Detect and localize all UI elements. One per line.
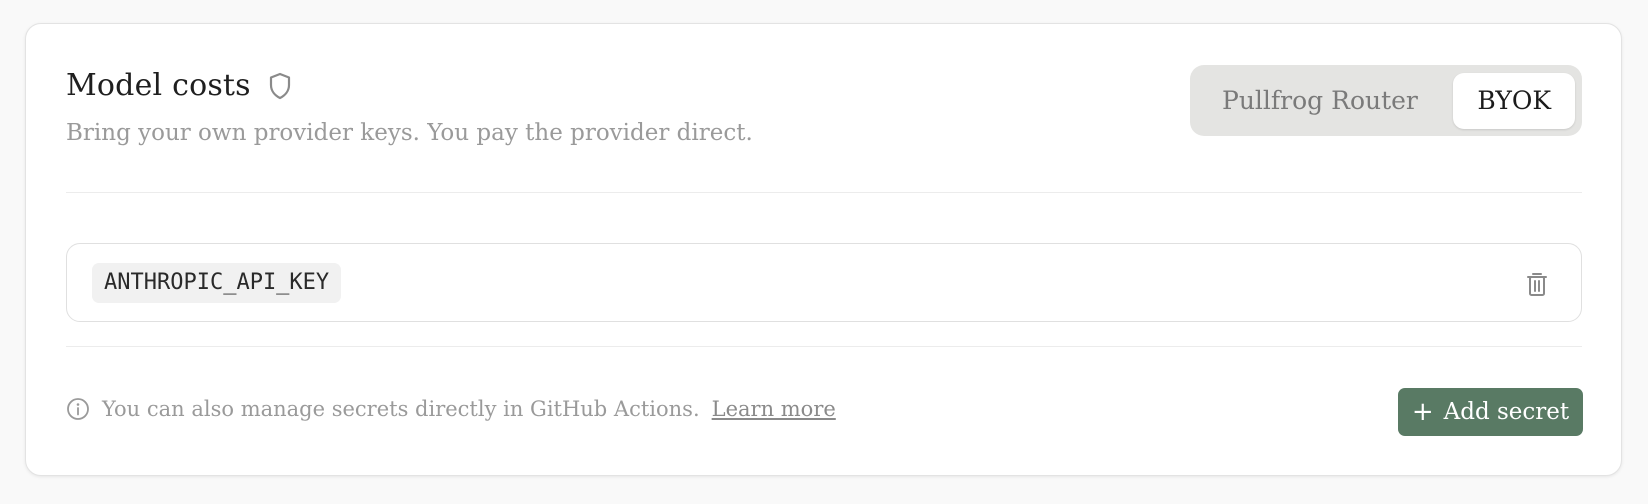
secret-row: ANTHROPIC_API_KEY <box>66 243 1582 322</box>
card-title: Model costs <box>66 68 251 103</box>
trash-icon[interactable] <box>1525 270 1549 298</box>
plus-icon: + <box>1411 397 1434 427</box>
card-subtitle: Bring your own provider keys. You pay th… <box>66 120 753 146</box>
add-secret-button[interactable]: + Add secret <box>1398 388 1583 436</box>
shield-icon <box>267 71 293 101</box>
info-icon <box>66 397 90 421</box>
toggle-option-byok[interactable]: BYOK <box>1453 72 1575 129</box>
model-costs-card: Model costs Bring your own provider keys… <box>25 23 1622 476</box>
add-secret-label: Add secret <box>1443 399 1570 425</box>
billing-mode-toggle: Pullfrog Router BYOK <box>1190 65 1582 136</box>
card-header: Model costs <box>66 68 293 103</box>
learn-more-link[interactable]: Learn more <box>712 397 836 421</box>
toggle-option-pullfrog-router[interactable]: Pullfrog Router <box>1190 86 1442 115</box>
footer-note-text: You can also manage secrets directly in … <box>102 397 700 421</box>
footer-note: You can also manage secrets directly in … <box>66 397 836 421</box>
header-divider <box>66 192 1582 193</box>
footer-divider <box>66 346 1582 347</box>
secret-name: ANTHROPIC_API_KEY <box>92 263 342 303</box>
